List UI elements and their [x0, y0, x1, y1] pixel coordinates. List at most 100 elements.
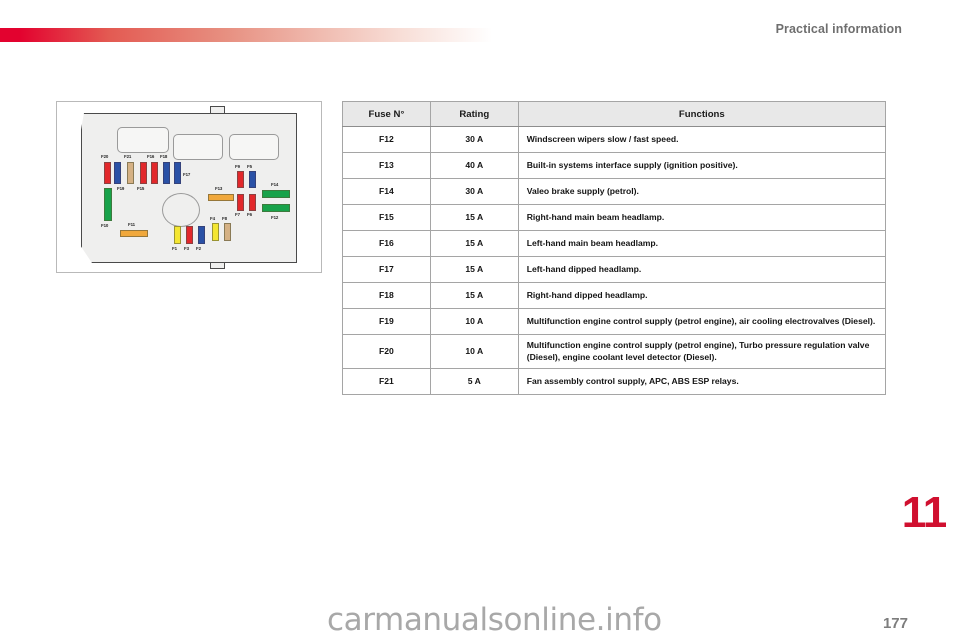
cell-fuse-number: F13: [342, 152, 431, 179]
fuse-label-f7: F7: [235, 212, 240, 217]
fuse-label-f17: F17: [183, 172, 191, 177]
chapter-number-tab: 11: [898, 487, 950, 539]
fuse-slot-f20: [104, 162, 111, 184]
cell-function: Right-hand dipped headlamp.: [517, 282, 887, 309]
fuse-label-f3: F3: [184, 246, 189, 251]
cell-function: Fan assembly control supply, APC, ABS ES…: [517, 367, 887, 395]
fuse-slot-f6: [249, 194, 256, 211]
fuse-label-f6: F6: [247, 212, 252, 217]
fuse-slot-f12: [262, 204, 290, 212]
cell-rating: 40 A: [429, 152, 519, 179]
cell-rating: 15 A: [429, 282, 519, 309]
relay-slot: [173, 134, 223, 160]
column-header-rating: Rating: [429, 101, 519, 127]
fuse-slot-f3: [186, 226, 193, 244]
fuse-label-f2: F2: [196, 246, 201, 251]
cell-fuse-number: F19: [342, 308, 431, 335]
cell-function: Valeo brake supply (petrol).: [517, 178, 887, 205]
fuse-label-f1: F1: [172, 246, 177, 251]
table-row: F14 30 A Valeo brake supply (petrol).: [342, 178, 887, 205]
fuse-slot-f16: [151, 162, 158, 184]
relay-slot: [229, 134, 279, 160]
cell-rating: 10 A: [429, 308, 519, 335]
fuse-table: Fuse N° Rating Functions F12 30 A Windscre…: [342, 101, 887, 395]
column-header-fuse-no: Fuse N°: [342, 101, 431, 127]
fuse-label-f4: F4: [210, 216, 215, 221]
fuse-slot-f17: [174, 162, 181, 184]
cell-function: Right-hand main beam headlamp.: [517, 204, 887, 231]
header-accent-bar: [0, 28, 492, 42]
table-row: F17 15 A Left-hand dipped headlamp.: [342, 256, 887, 283]
table-row: F19 10 A Multifunction engine control supp…: [342, 308, 887, 335]
table-row: F16 15 A Left-hand main beam headlamp.: [342, 230, 887, 257]
cell-fuse-number: F14: [342, 178, 431, 205]
cell-function: Built-in systems interface supply (ignit…: [517, 152, 887, 179]
fuse-slot-f11: [120, 230, 148, 237]
column-header-functions: Functions: [517, 101, 887, 127]
relay-slot: [117, 127, 169, 153]
cell-rating: 30 A: [429, 126, 519, 153]
fuse-label-f18: F18: [160, 154, 168, 159]
fuse-label-f11: F11: [128, 222, 136, 227]
cell-rating: 10 A: [429, 334, 519, 369]
table-row: F12 30 A Windscreen wipers slow / fast spe…: [342, 126, 887, 153]
table-row: F20 10 A Multifunction engine control supp…: [342, 334, 887, 369]
cell-fuse-number: F20: [342, 334, 431, 369]
cell-rating: 15 A: [429, 204, 519, 231]
cell-rating: 5 A: [429, 367, 519, 395]
manual-page: Practical information F20 F19 F21 F15 F16 F18…: [0, 0, 960, 640]
fuse-label-f12: F12: [271, 215, 279, 220]
fuse-label-f14: F14: [271, 182, 279, 187]
cell-function: Left-hand main beam headlamp.: [517, 230, 887, 257]
fuse-slot-f14: [262, 190, 290, 198]
fuse-label-f19: F19: [117, 186, 125, 191]
fuse-slot-f5: [249, 171, 256, 188]
chapter-number: 11: [901, 488, 948, 537]
fuse-slot-f18: [163, 162, 170, 184]
fuse-label-f21: F21: [124, 154, 132, 159]
cell-rating: 30 A: [429, 178, 519, 205]
fuse-slot-f19: [114, 162, 121, 184]
fuse-slot-f21: [127, 162, 134, 184]
cell-function: Multifunction engine control supply (pet…: [517, 308, 887, 335]
cell-fuse-number: F12: [342, 126, 431, 153]
fuse-label-f8: F8: [222, 216, 227, 221]
fuse-label-f9: F9: [235, 164, 240, 169]
table-row: F13 40 A Built-in systems interface supply…: [342, 152, 887, 179]
cell-function: Multifunction engine control supply (pet…: [517, 334, 887, 369]
fuse-slot-f9: [237, 171, 244, 188]
cell-function: Windscreen wipers slow / fast speed.: [517, 126, 887, 153]
table-row: F18 15 A Right-hand dipped headlamp.: [342, 282, 887, 309]
cell-rating: 15 A: [429, 256, 519, 283]
fuse-slot-f4: [212, 223, 219, 241]
fuse-slot-f13: [208, 194, 234, 201]
cell-fuse-number: F17: [342, 256, 431, 283]
fuse-box-oval-aperture: [162, 193, 200, 227]
fuse-label-f13: F13: [215, 186, 223, 191]
cell-function: Left-hand dipped headlamp.: [517, 256, 887, 283]
table-row: F21 5 A Fan assembly control supply, APC, …: [342, 367, 887, 395]
table-header-row: Fuse N° Rating Functions: [342, 101, 887, 127]
cell-fuse-number: F15: [342, 204, 431, 231]
fuse-box-top-tab: [210, 106, 225, 114]
fuse-box-diagram: F20 F19 F21 F15 F16 F18 F17 F10 F11 F1 F3 F2 F4 F8 F13…: [56, 101, 322, 273]
cell-fuse-number: F16: [342, 230, 431, 257]
page-number: 177: [882, 615, 908, 632]
fuse-label-f20: F20: [101, 154, 109, 159]
fuse-slot-f15: [140, 162, 147, 184]
fuse-label-f5: F5: [247, 164, 252, 169]
fuse-label-f10: F10: [101, 223, 109, 228]
cell-fuse-number: F18: [342, 282, 431, 309]
site-watermark: carmanualsonline.info: [327, 602, 662, 638]
fuse-slot-f7: [237, 194, 244, 211]
fuse-slot-f2: [198, 226, 205, 244]
cell-rating: 15 A: [429, 230, 519, 257]
fuse-slot-f1: [174, 226, 181, 244]
fuse-slot-f10: [104, 188, 112, 221]
table-row: F15 15 A Right-hand main beam headlamp.: [342, 204, 887, 231]
fuse-slot-f8: [224, 223, 231, 241]
cell-fuse-number: F21: [342, 367, 431, 395]
fuse-label-f16: F16: [147, 154, 155, 159]
page-header-title: Practical information: [775, 22, 902, 36]
fuse-label-f15: F15: [137, 186, 145, 191]
